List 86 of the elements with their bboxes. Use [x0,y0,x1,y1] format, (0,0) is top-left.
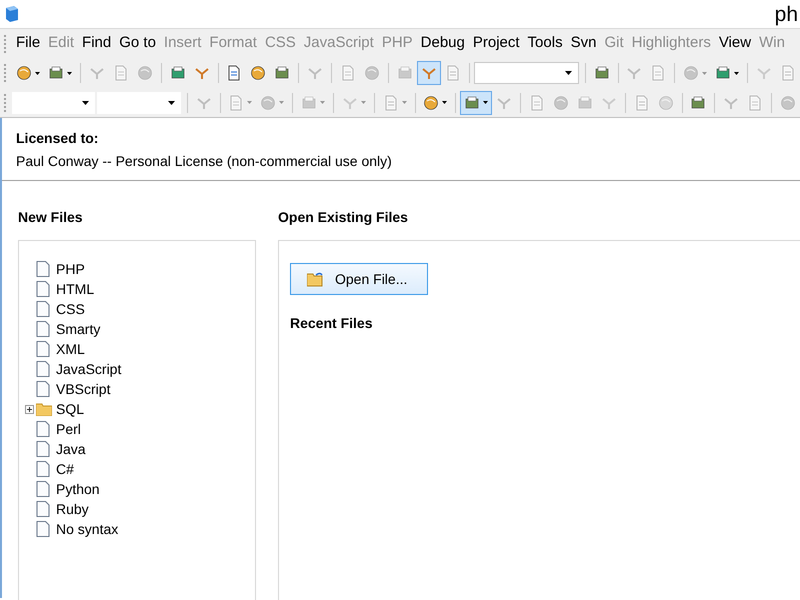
toolbar-icon [301,94,318,110]
toolbar-icon [423,94,440,110]
license-heading: Licensed to: [16,129,100,148]
file-icon [36,521,50,537]
dropdown-arrow-icon[interactable] [734,72,740,74]
toolbar-icon [528,94,545,110]
toolbar-icon [747,94,764,110]
toolbar-icon [464,94,480,110]
toolbar-icon [226,65,242,81]
menu-item[interactable]: Find [78,32,116,55]
file-icon [36,361,50,377]
menu-item[interactable]: View [714,32,756,55]
toolbar-icon [576,94,593,110]
toolbar-icon [396,65,413,81]
new-file-item[interactable]: Smarty [56,318,100,340]
folder-icon [307,272,325,286]
new-file-item[interactable]: C# [56,458,74,480]
menu-item[interactable]: File [12,32,44,55]
toolbar-icon [16,65,32,81]
file-icon [36,261,50,277]
toolbar-icon [260,94,276,110]
new-file-item[interactable]: CSS [56,298,85,320]
file-icon [36,501,50,517]
new-file-item[interactable]: JavaScript [56,358,122,380]
toolbar-icon [382,94,399,110]
file-icon [36,321,50,337]
toolbar-icon [228,94,244,110]
toolbar-icon [170,65,186,81]
dropdown-arrow-icon[interactable] [564,71,572,75]
toolbar-icon [683,65,700,81]
file-icon [36,341,50,357]
window-title: ph [774,4,798,24]
new-file-item[interactable]: SQL [56,398,84,420]
toolbar-icon [112,65,129,81]
toolbar-icon [364,65,380,81]
new-file-item[interactable]: VBScript [56,378,110,400]
toolbar-icon [552,94,569,110]
new-file-item[interactable]: PHP [56,258,85,280]
file-icon [36,301,50,317]
new-file-item[interactable]: Java [56,438,86,460]
toolbar-icon [250,65,266,81]
dropdown-arrow-icon[interactable] [442,101,448,104]
folder-icon [36,402,52,416]
open-file-button[interactable]: Open File... [290,263,428,295]
dropdown-arrow-icon[interactable] [168,100,175,104]
toolbar-icon [780,65,796,81]
file-icon [36,441,50,457]
toolbar-icon [136,65,153,81]
toolbar-icon [780,94,796,110]
license-text: Paul Conway -- Personal License (non-commercial use only) [16,152,393,171]
new-file-item[interactable]: Perl [56,418,81,440]
toolbar-icon [48,65,64,81]
new-file-item[interactable]: Python [56,478,100,500]
section-heading: New Files [18,208,84,227]
toolbar-icon [634,94,650,110]
toolbar-button[interactable] [460,90,492,114]
dropdown-arrow-icon[interactable] [67,72,72,74]
new-file-item[interactable]: Ruby [56,498,89,520]
menu-item[interactable]: Project [468,32,524,55]
section-heading: Open Existing Files [278,208,409,227]
menu-item[interactable]: Tools [524,32,567,55]
menu-item[interactable]: Debug [416,32,469,55]
file-icon [36,461,50,477]
file-icon [36,481,50,497]
menu-item[interactable]: Go to [115,32,160,55]
toolbar-icon [650,65,666,81]
dropdown-arrow-icon[interactable] [82,100,90,104]
section-heading: Recent Files [290,314,374,333]
new-file-item[interactable]: XML [56,338,85,360]
toolbar-icon [594,65,610,81]
toolbar-icon [690,94,706,110]
file-icon [36,381,50,397]
new-file-item[interactable]: HTML [56,278,94,300]
toolbar-icon [340,65,356,81]
file-icon [36,281,50,297]
file-icon [36,421,50,437]
toolbar-icon [444,65,461,81]
expand-icon[interactable] [25,404,34,414]
app-icon [4,5,20,23]
new-file-item[interactable]: No syntax [56,518,118,540]
toolbar-icon [658,94,674,110]
toolbar-icon [715,65,732,81]
menu-item[interactable]: Svn [566,32,600,55]
dropdown-arrow-icon[interactable] [483,101,488,104]
toolbar-icon [274,65,290,81]
dropdown-arrow-icon[interactable] [35,72,40,74]
